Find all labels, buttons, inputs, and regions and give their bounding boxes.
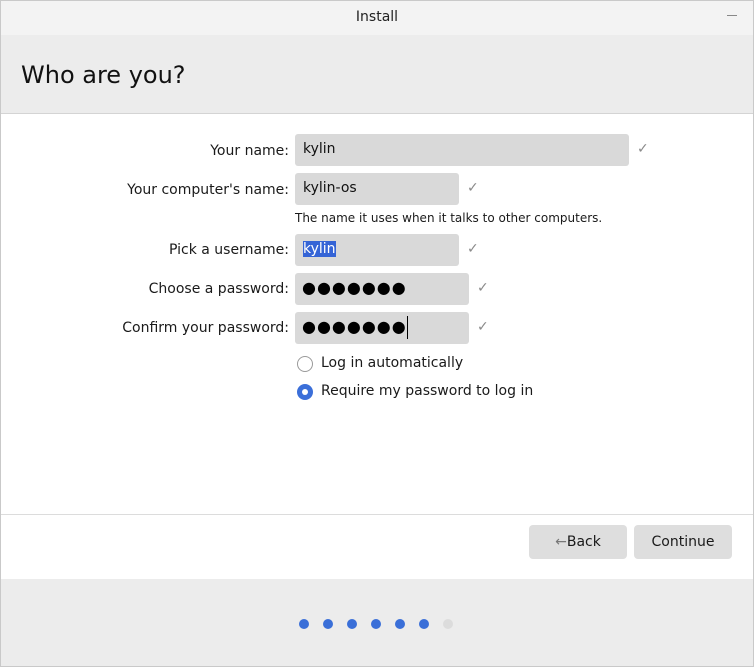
- computer-name-value: kylin-os: [303, 180, 357, 196]
- progress-step-dot: [371, 619, 381, 629]
- login-auto-label: Log in automatically: [321, 355, 464, 371]
- back-arrow-icon: ←: [555, 534, 567, 550]
- page-header: Who are you?: [1, 35, 753, 114]
- installer-window: Install Who are you? Your name: kylin ✓ …: [0, 0, 754, 667]
- progress-step-dot: [443, 619, 453, 629]
- text-cursor: [407, 316, 408, 339]
- name-field[interactable]: kylin: [295, 134, 629, 166]
- username-value: kylin: [303, 241, 336, 257]
- password-field[interactable]: ●●●●●●●: [295, 273, 469, 305]
- title-bar: Install: [1, 1, 753, 35]
- computer-name-label: Your computer's name:: [127, 182, 289, 198]
- confirm-password-valid-check-icon: ✓: [477, 319, 489, 335]
- progress-step-dot: [299, 619, 309, 629]
- user-form: Your name: kylin ✓ Your computer's name:…: [1, 114, 753, 515]
- page-title: Who are you?: [21, 61, 186, 89]
- name-label: Your name:: [210, 143, 289, 159]
- name-value: kylin: [303, 141, 336, 157]
- minimize-icon[interactable]: [727, 15, 737, 16]
- confirm-password-field[interactable]: ●●●●●●●: [295, 312, 469, 344]
- progress-step-dot: [347, 619, 357, 629]
- button-bar: ←Back Continue: [1, 515, 753, 579]
- confirm-password-mask: ●●●●●●●: [302, 317, 407, 336]
- username-label: Pick a username:: [168, 242, 289, 258]
- progress-step-dot: [395, 619, 405, 629]
- radio-checked-icon[interactable]: [297, 384, 313, 400]
- login-password-label: Require my password to log in: [321, 383, 534, 399]
- confirm-password-label: Confirm your password:: [122, 320, 289, 336]
- computer-name-hint: The name it uses when it talks to other …: [295, 211, 603, 225]
- username-field[interactable]: kylin: [295, 234, 459, 266]
- username-valid-check-icon: ✓: [467, 241, 479, 257]
- password-valid-check-icon: ✓: [477, 280, 489, 296]
- password-mask: ●●●●●●●: [302, 278, 407, 297]
- computer-name-valid-check-icon: ✓: [467, 180, 479, 196]
- progress-step-dot: [419, 619, 429, 629]
- computer-name-field[interactable]: kylin-os: [295, 173, 459, 205]
- name-valid-check-icon: ✓: [637, 141, 649, 157]
- window-title: Install: [355, 9, 399, 25]
- password-label: Choose a password:: [148, 281, 289, 297]
- radio-unchecked-icon[interactable]: [297, 356, 313, 372]
- continue-button[interactable]: Continue: [634, 525, 732, 559]
- progress-step-dot: [323, 619, 333, 629]
- back-label: Back: [566, 534, 601, 550]
- back-button[interactable]: ←Back: [529, 525, 627, 559]
- progress-footer: [1, 579, 753, 666]
